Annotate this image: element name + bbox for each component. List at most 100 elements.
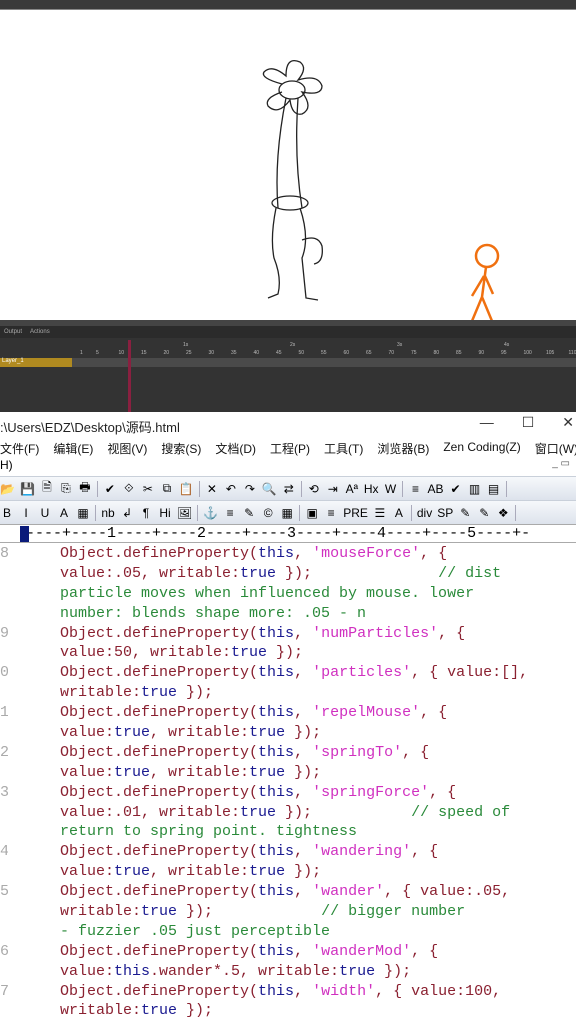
toolbar-button-icon[interactable]: ⟐ bbox=[122, 481, 136, 496]
toolbar-button-icon[interactable]: ⟲ bbox=[307, 482, 321, 496]
menu-item-help[interactable]: H) bbox=[0, 458, 13, 472]
code-token: , { bbox=[402, 743, 430, 761]
second-marker: 4s bbox=[504, 342, 510, 348]
toolbar-button-icon[interactable]: ❖ bbox=[496, 506, 510, 520]
main-toolbar: 📂 💾 🗎 ⎘ 🖶 ✔ ⟐ ✂ ⧉ 📋 ✕ ↶ ↷ 🔍 ⇄ ⟲ ⇥ Aª Hx W ≡ AB ✔ ▥ ▤ bbox=[0, 476, 576, 500]
menu-item[interactable]: 文档(D) bbox=[215, 440, 256, 458]
toolbar-button-icon[interactable]: ✎ bbox=[477, 506, 491, 520]
layer-frames[interactable] bbox=[72, 358, 576, 367]
code-token: , bbox=[294, 664, 313, 682]
toolbar-button-icon[interactable]: ✔ bbox=[103, 482, 117, 496]
close-button[interactable]: ✕ bbox=[562, 414, 574, 431]
toolbar-button-icon[interactable]: ↷ bbox=[243, 482, 257, 496]
code-token: , { bbox=[429, 783, 457, 801]
toolbar-button-icon[interactable]: I bbox=[19, 506, 33, 520]
code-token: true bbox=[114, 763, 151, 781]
menu-item[interactable]: 搜索(S) bbox=[161, 440, 201, 458]
code-token: }); bbox=[285, 863, 322, 881]
toolbar-button-icon[interactable]: ⎘ bbox=[59, 481, 73, 496]
code-area[interactable]: 8 Object.defineProperty(this, 'mouseForce… bbox=[0, 543, 576, 1021]
toolbar-button-icon[interactable]: ✔ bbox=[449, 482, 463, 496]
code-token: this bbox=[258, 704, 295, 722]
code-token: this bbox=[258, 664, 295, 682]
toolbar-button-icon[interactable]: U bbox=[38, 506, 52, 520]
toolbar-button-icon[interactable]: ▦ bbox=[280, 506, 294, 520]
toolbar-button-icon[interactable]: ¶ bbox=[139, 506, 153, 520]
frame-number: 15 bbox=[141, 350, 147, 356]
toolbar-button-icon[interactable]: ⇄ bbox=[282, 482, 296, 496]
frame-number: 80 bbox=[433, 350, 440, 356]
code-token: }); bbox=[177, 1002, 214, 1020]
toolbar-button-icon[interactable]: 💾 bbox=[20, 482, 35, 496]
menu-item[interactable]: 文件(F) bbox=[0, 440, 39, 458]
toolbar-button-icon[interactable]: PRE bbox=[343, 506, 368, 520]
window-title: :\Users\EDZ\Desktop\源码.html bbox=[0, 420, 180, 435]
toolbar-button-icon[interactable]: 🗎 bbox=[40, 478, 54, 499]
toolbar-separator bbox=[299, 504, 301, 521]
timeline-panel: Output Actions 1 5 10 15 20 25 30 35 40 45 50 55 60 6… bbox=[0, 326, 576, 414]
toolbar-button-icon[interactable]: ▦ bbox=[76, 506, 90, 520]
code-row: writable:true }); // bigger number bbox=[0, 902, 576, 922]
toolbar-button-icon[interactable]: SP bbox=[437, 506, 453, 520]
toolbar-button-icon[interactable]: ☰ bbox=[373, 506, 387, 520]
toolbar-button-icon[interactable]: ⧉ bbox=[160, 481, 174, 496]
toolbar-button-icon[interactable]: 📋 bbox=[179, 482, 194, 496]
html-toolbar: B I U A ▦ nb ↲ ¶ Hi 🖼 ⚓ ≡ ✎ © ▦ ▣ ≡ PRE ☰ Adiv SP ✎ ✎ ❖ bbox=[0, 500, 576, 524]
toolbar-button-icon[interactable]: 🖼 bbox=[177, 506, 192, 520]
toolbar-button-icon[interactable]: nb bbox=[101, 506, 115, 520]
menu-item[interactable]: 工程(P) bbox=[270, 440, 310, 458]
layer-row[interactable]: Layer_1 bbox=[0, 358, 72, 367]
menu-item[interactable]: 工具(T) bbox=[324, 440, 363, 458]
code-row: - fuzzier .05 just perceptible bbox=[0, 922, 576, 942]
code-row: 8 Object.defineProperty(this, 'mouseForce… bbox=[0, 544, 576, 564]
toolbar-button-icon[interactable]: ▣ bbox=[305, 506, 319, 520]
toolbar-button-icon[interactable]: ▤ bbox=[487, 482, 501, 496]
menu-item[interactable]: Zen Coding(Z) bbox=[443, 440, 520, 458]
tab-actions[interactable]: Actions bbox=[30, 329, 50, 335]
playhead[interactable] bbox=[128, 340, 131, 414]
toolbar-button-icon[interactable]: W bbox=[383, 482, 397, 496]
toolbar-button-icon[interactable]: ↶ bbox=[224, 482, 238, 496]
animation-stage[interactable] bbox=[0, 10, 576, 322]
toolbar-button-icon[interactable]: Hi bbox=[158, 506, 172, 520]
toolbar-button-icon[interactable]: © bbox=[261, 506, 275, 520]
tab-output[interactable]: Output bbox=[4, 329, 22, 335]
mdi-controls[interactable]: _ ▭ bbox=[552, 458, 570, 469]
toolbar-button-icon[interactable]: A bbox=[57, 506, 71, 520]
toolbar-button-icon[interactable]: 🖶 bbox=[78, 478, 92, 499]
menu-item[interactable]: 浏览器(B) bbox=[377, 440, 429, 458]
code-token: , bbox=[294, 883, 313, 901]
toolbar-button-icon[interactable]: ✕ bbox=[205, 482, 219, 496]
toolbar-button-icon[interactable]: 📂 bbox=[0, 482, 15, 496]
layer-name: Layer_1 bbox=[2, 358, 24, 364]
maximize-button[interactable]: ☐ bbox=[522, 414, 535, 431]
code-token: true bbox=[249, 763, 286, 781]
menu-item[interactable]: 视图(V) bbox=[107, 440, 147, 458]
code-token: 'springForce' bbox=[312, 783, 430, 801]
frame-number: 75 bbox=[411, 350, 417, 356]
toolbar-button-icon[interactable]: A bbox=[392, 506, 406, 520]
toolbar-button-icon[interactable]: B bbox=[0, 506, 14, 520]
toolbar-button-icon[interactable]: ↲ bbox=[120, 506, 134, 520]
toolbar-button-icon[interactable]: ≡ bbox=[324, 506, 338, 520]
toolbar-button-icon[interactable]: AB bbox=[427, 482, 443, 496]
toolbar-button-icon[interactable]: ⇥ bbox=[326, 482, 340, 496]
toolbar-button-icon[interactable]: ⚓ bbox=[203, 506, 218, 520]
code-row: value:this.wander*.5, writable:true }); bbox=[0, 962, 576, 982]
code-token: Object.defineProperty( bbox=[60, 942, 259, 960]
code-token: true bbox=[249, 863, 286, 881]
toolbar-button-icon[interactable]: ≡ bbox=[408, 482, 422, 496]
toolbar-button-icon[interactable]: Hx bbox=[364, 482, 379, 496]
second-marker: 3s bbox=[397, 342, 403, 348]
toolbar-button-icon[interactable]: div bbox=[417, 506, 432, 520]
menu-item[interactable]: 窗口(W) bbox=[535, 440, 576, 458]
minimize-button[interactable]: — bbox=[480, 414, 494, 431]
toolbar-button-icon[interactable]: ✂ bbox=[141, 482, 155, 496]
toolbar-button-icon[interactable]: ▥ bbox=[468, 482, 482, 496]
toolbar-button-icon[interactable]: Aª bbox=[345, 482, 359, 496]
toolbar-button-icon[interactable]: 🔍 bbox=[262, 482, 277, 496]
toolbar-button-icon[interactable]: ≡ bbox=[223, 506, 237, 520]
toolbar-button-icon[interactable]: ✎ bbox=[458, 506, 472, 520]
toolbar-button-icon[interactable]: ✎ bbox=[242, 506, 256, 520]
menu-item[interactable]: 编辑(E) bbox=[53, 440, 93, 458]
